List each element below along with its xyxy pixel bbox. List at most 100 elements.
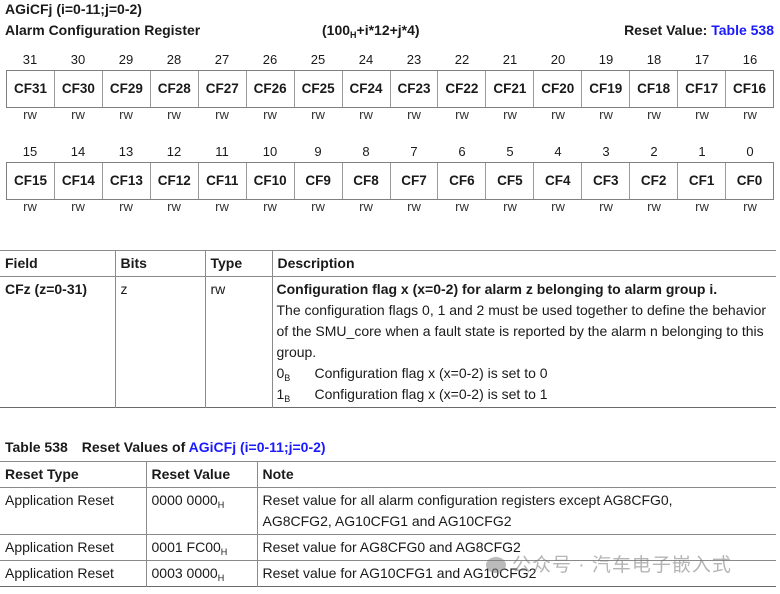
reset-type: Application Reset xyxy=(0,487,146,535)
reset-value: 0001 FC00H xyxy=(145,534,257,561)
bit-field-cell: CF27 xyxy=(197,71,246,107)
bit-number: 20 xyxy=(550,52,566,67)
bit-access-type: rw xyxy=(599,107,613,122)
bit-number: 3 xyxy=(602,144,610,159)
bit-field-cell: CF8 xyxy=(341,163,390,199)
enum-key-sub: B xyxy=(284,373,291,383)
wechat-icon xyxy=(486,557,506,573)
bit-access-type: rw xyxy=(695,199,709,214)
bit-field-cell: CF11 xyxy=(197,163,246,199)
bit-field-cell: CF6 xyxy=(437,163,485,199)
bit-access-type: rw xyxy=(503,199,517,214)
bit-number: 12 xyxy=(166,144,182,159)
bit-access-type: rw xyxy=(743,107,757,122)
bit-field-cell: CF1 xyxy=(677,163,725,199)
bit-access-type: rw xyxy=(359,199,373,214)
bit-field-cell: CF29 xyxy=(101,71,150,107)
bit-access-type: rw xyxy=(455,107,469,122)
col-field: Field xyxy=(0,250,115,277)
bit-number: 23 xyxy=(406,52,422,67)
col-note: Note xyxy=(256,461,776,488)
bit-access-type: rw xyxy=(23,107,37,122)
bit-number: 27 xyxy=(214,52,230,67)
col-type: Type xyxy=(204,250,272,277)
bit-access-type: rw xyxy=(503,107,517,122)
bit-access-type: rw xyxy=(215,107,229,122)
table-row: CFz (z=0-31) z rw Configuration flag x (… xyxy=(0,276,777,408)
reset-table-caption: Table 538 Reset Values of AGiCFj (i=0-11;… xyxy=(5,439,326,455)
bit-number: 24 xyxy=(358,52,374,67)
reset-table-header: Reset Type Reset Value Note xyxy=(0,461,776,488)
enum-value-0: 0B Configuration flag x (x=0-2) is set t… xyxy=(277,363,777,384)
bit-access-type: rw xyxy=(407,199,421,214)
col-reset-value: Reset Value xyxy=(145,461,257,488)
reset-value-sub: H xyxy=(220,547,228,557)
bit-field-cell: CF5 xyxy=(485,163,533,199)
bit-access-type: rw xyxy=(599,199,613,214)
bit-number: 11 xyxy=(215,144,229,159)
bit-field-cell: CF23 xyxy=(389,71,438,107)
bit-field-cell: CF25 xyxy=(293,71,342,107)
bit-numbers: 15 14 13 12 11 10 9 8 7 6 5 4 3 2 1 0 xyxy=(6,142,774,162)
description-title: Configuration flag x (x=0-2) for alarm z… xyxy=(276,281,718,297)
bit-number: 4 xyxy=(554,144,562,159)
bit-access-type: rw xyxy=(551,107,565,122)
bit-number: 28 xyxy=(166,52,182,67)
caption-text: Reset Values of xyxy=(81,439,189,455)
field-table-header: Field Bits Type Description xyxy=(0,250,776,277)
bit-access: rw rw rw rw rw rw rw rw rw rw rw rw rw rw rw rw xyxy=(6,108,774,124)
bit-field-cell: CF0 xyxy=(725,163,773,199)
bit-access-type: rw xyxy=(167,199,181,214)
bit-number: 29 xyxy=(118,52,134,67)
bit-field-cell: CF14 xyxy=(53,163,102,199)
bit-number: 26 xyxy=(262,52,278,67)
bit-field-cell: CF21 xyxy=(485,71,533,107)
bit-access-type: rw xyxy=(71,107,85,122)
bit-number: 19 xyxy=(598,52,614,67)
reset-type: Application Reset xyxy=(5,565,114,581)
bit-field-cell: CF19 xyxy=(581,71,629,107)
caption-register-link[interactable]: AGiCFj (i=0-11;j=0-2) xyxy=(189,439,326,455)
bit-field-cell: CF30 xyxy=(53,71,102,107)
bit-number: 5 xyxy=(506,144,514,159)
watermark: 公众号 · 汽车电子嵌入式 xyxy=(486,550,732,577)
bit-field-cell: CF22 xyxy=(437,71,485,107)
bit-field-cell: CF26 xyxy=(245,71,294,107)
bit-number: 7 xyxy=(410,144,418,159)
bitfield-row-high: 31 30 29 28 27 26 25 24 23 22 21 20 19 18 17 16 CF31 CF3… xyxy=(6,50,774,124)
col-reset-type: Reset Type xyxy=(0,461,146,488)
enum-text: Configuration flag x (x=0-2) is set to 1 xyxy=(314,386,548,402)
bit-field-cell: CF18 xyxy=(629,71,677,107)
enum-key-sub: B xyxy=(284,394,291,404)
description-body: The configuration flags 0, 1 and 2 must … xyxy=(276,302,767,360)
reset-value-text: 0001 FC00 xyxy=(151,539,221,555)
reset-value: 0000 0000H xyxy=(145,487,257,535)
bit-field-cell: CF13 xyxy=(101,163,150,199)
reset-value-text: 0000 0000 xyxy=(151,492,218,508)
bit-field-cell: CF3 xyxy=(581,163,629,199)
bit-number: 15 xyxy=(22,144,38,159)
col-bits: Bits xyxy=(114,250,205,277)
reset-value-text: 0003 0000 xyxy=(151,565,218,581)
bit-field-cell: CF9 xyxy=(293,163,342,199)
bit-number: 1 xyxy=(698,144,706,159)
reset-value-sub: H xyxy=(217,500,225,510)
watermark-text: 公众号 · 汽车电子嵌入式 xyxy=(512,555,732,576)
bit-number: 10 xyxy=(262,144,278,159)
bit-access-type: rw xyxy=(215,199,229,214)
reset-table-link[interactable]: Table 538 xyxy=(711,22,774,38)
bit-number: 31 xyxy=(22,52,38,67)
bit-field-cell: CF16 xyxy=(725,71,773,107)
bit-number: 8 xyxy=(362,144,370,159)
bit-access-type: rw xyxy=(551,199,565,214)
bit-number: 18 xyxy=(646,52,662,67)
caption-number: Table 538 xyxy=(5,439,68,455)
bit-number: 6 xyxy=(458,144,466,159)
bit-number: 30 xyxy=(70,52,86,67)
bit-field-cell: CF7 xyxy=(389,163,438,199)
bitfield-row-low: 15 14 13 12 11 10 9 8 7 6 5 4 3 2 1 0 CF15 CF14 CF13 CF12 C… xyxy=(6,142,774,216)
reset-value-sub: H xyxy=(217,573,225,583)
bit-field-cell: CF15 xyxy=(13,173,47,188)
bit-numbers: 31 30 29 28 27 26 25 24 23 22 21 20 19 18 17 16 xyxy=(6,50,774,70)
bit-cells: CF15 CF14 CF13 CF12 CF11 CF10 CF9 CF8 CF7 CF6 CF5 C… xyxy=(6,162,774,200)
